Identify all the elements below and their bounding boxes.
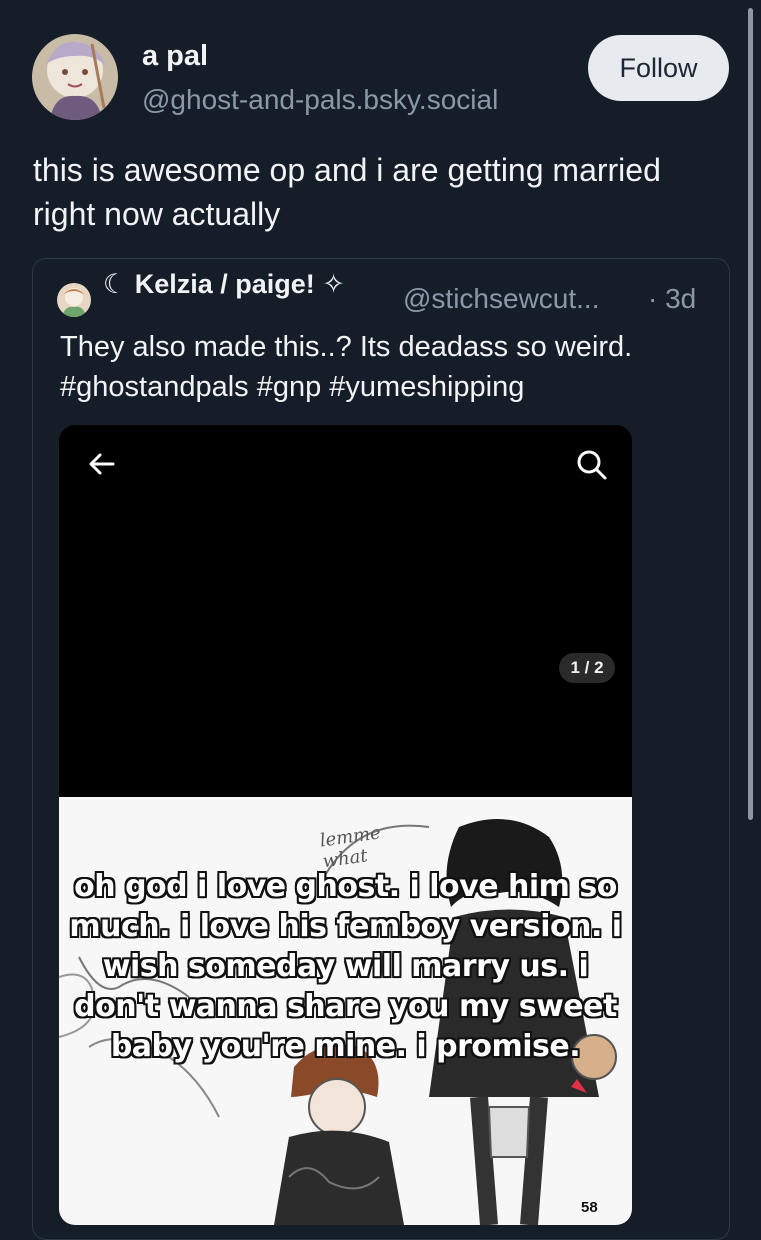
quoted-author-avatar[interactable] [57,283,91,317]
fan-art-image: oh god i love ghost. i love him so much.… [59,797,632,1225]
quoted-post-time: · 3d [648,283,697,314]
quoted-post[interactable]: ☾ Kelzia / paige! ✧ @stichsewcut... · 3d… [32,258,730,1240]
quoted-media[interactable]: 1 / 2 oh god i love ghost. i love him so… [59,425,632,1225]
quoted-post-text: They also made this..? Its deadass so we… [60,331,633,403]
author-avatar[interactable] [32,34,118,120]
post-text: this is awesome op and i are getting mar… [33,152,661,232]
image-counter: 1 / 2 [559,653,615,683]
image-caption: oh god i love ghost. i love him so much.… [69,869,622,1064]
quoted-author-name[interactable]: ☾ Kelzia / paige! ✧ [103,269,345,300]
follow-button[interactable]: Follow [588,35,729,101]
scrollbar[interactable] [748,8,753,820]
quoted-author-handle[interactable]: @stichsewcut... [403,283,599,315]
arrow-left-icon[interactable] [85,447,119,481]
author-handle[interactable]: @ghost-and-pals.bsky.social [142,84,498,116]
page-number: 58 [581,1199,598,1216]
author-name[interactable]: a pal [142,40,208,73]
search-icon[interactable] [574,447,610,483]
